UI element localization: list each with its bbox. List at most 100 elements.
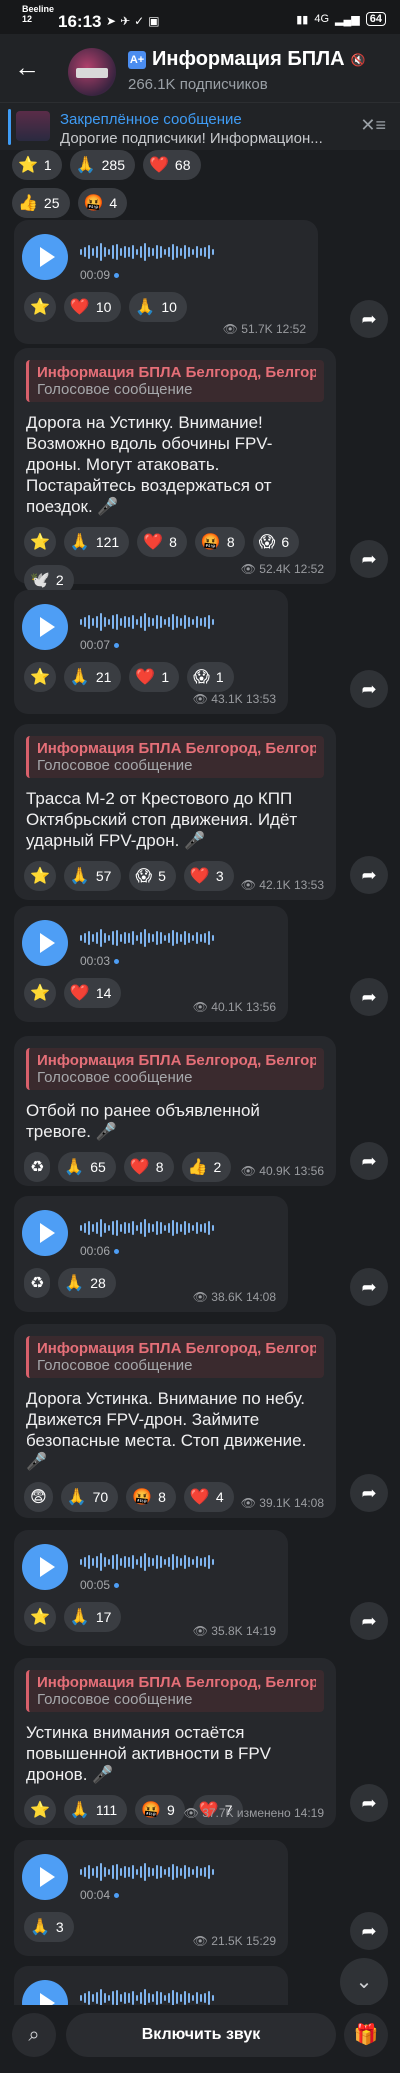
wave-bar: [188, 1867, 190, 1877]
wave-bar: [124, 1866, 126, 1878]
play-button[interactable]: [22, 1544, 68, 1590]
share-button[interactable]: ➦: [350, 1784, 388, 1822]
reaction-chip[interactable]: 🤬 8: [194, 527, 245, 557]
translate-icon: A+: [128, 50, 146, 69]
share-button[interactable]: ➦: [350, 978, 388, 1016]
reaction-chip[interactable]: 😱 6: [252, 527, 300, 557]
share-button[interactable]: ➦: [350, 300, 388, 338]
reaction-chip[interactable]: 🤬 4: [77, 188, 128, 218]
share-button[interactable]: ➦: [350, 1912, 388, 1950]
reaction-count: 111: [95, 1802, 118, 1818]
reaction-chip[interactable]: 😱 5: [129, 861, 176, 891]
wave-bar: [148, 247, 150, 257]
play-button[interactable]: [22, 1210, 68, 1256]
share-button[interactable]: ➦: [350, 1268, 388, 1306]
wave-bar: [212, 619, 214, 625]
reaction-chip[interactable]: ❤️ 3: [183, 861, 234, 891]
wave-bar: [196, 616, 198, 628]
waveform[interactable]: [80, 1862, 214, 1882]
reaction-chip[interactable]: 🤬 9: [135, 1795, 185, 1825]
reaction-chip[interactable]: 🙏 111: [63, 1795, 128, 1825]
text-message: Информация БПЛА Белгород, Белгоро... Голо…: [14, 1324, 336, 1518]
reaction-chip[interactable]: ⭐: [24, 861, 56, 891]
share-button[interactable]: ➦: [350, 540, 388, 578]
reaction-chip[interactable]: ❤️ 8: [123, 1152, 174, 1182]
search-button[interactable]: ⌕: [12, 2013, 56, 2057]
back-arrow-icon[interactable]: ←: [14, 52, 40, 83]
reaction-chip[interactable]: 🤬 8: [126, 1482, 176, 1512]
message-text: Дорога Устинка. Внимание по небу. Движет…: [26, 1389, 307, 1471]
forwarded-quote[interactable]: Информация БПЛА Белгород, Белгоро... Голо…: [26, 1336, 324, 1378]
waveform[interactable]: [80, 928, 214, 948]
forwarded-quote[interactable]: Информация БПЛА Белгород, Белгоро... Голо…: [26, 1048, 324, 1090]
play-button[interactable]: [22, 1854, 68, 1900]
unpin-list-icon[interactable]: ✕≡: [360, 115, 386, 136]
waveform[interactable]: [80, 242, 214, 262]
wave-bar: [128, 1867, 130, 1877]
reaction-chip[interactable]: ❤️ 10: [63, 292, 122, 322]
play-button[interactable]: [22, 234, 68, 280]
wave-bar: [108, 1995, 110, 2001]
reaction-chip[interactable]: 🙏 57: [63, 861, 122, 891]
reaction-chip[interactable]: 🙏 70: [60, 1482, 119, 1512]
reaction-chip[interactable]: ❤️ 1: [129, 662, 180, 692]
reaction-chip[interactable]: 😱 1: [187, 662, 234, 692]
reaction-chip[interactable]: 🙏 3: [24, 1912, 74, 1942]
scroll-down-button[interactable]: ⌄: [340, 1958, 388, 2006]
forwarded-quote[interactable]: Информация БПЛА Белгород, Белгоро... Голо…: [26, 360, 324, 402]
gift-button[interactable]: 🎁: [344, 2013, 388, 2057]
reaction-chip[interactable]: ❤️ 8: [137, 527, 187, 557]
reaction-chip[interactable]: ⭐: [24, 292, 56, 322]
wave-bar: [200, 618, 202, 626]
forwarded-quote[interactable]: Информация БПЛА Белгород, Белгоро... Голо…: [26, 1670, 324, 1712]
forwarded-quote[interactable]: Информация БПЛА Белгород, Белгоро... Голо…: [26, 736, 324, 778]
channel-title-row[interactable]: A+ Информация БПЛА 🔇: [128, 48, 366, 71]
reaction-count: 2: [55, 572, 64, 588]
waveform[interactable]: [80, 1218, 214, 1238]
voice-duration: 00:06: [80, 1244, 119, 1258]
unmute-button[interactable]: Включить звук: [66, 2013, 336, 2057]
reaction-chip[interactable]: 👍 25: [12, 188, 70, 218]
eye-icon: 👁: [192, 692, 212, 706]
reaction-chip[interactable]: 🙏 65: [58, 1152, 116, 1182]
reaction-chip[interactable]: ⭐: [24, 978, 56, 1008]
voice-player: 00:03: [14, 906, 288, 968]
voice-duration: 00:07: [80, 638, 119, 652]
waveform[interactable]: [80, 1552, 214, 1572]
reaction-chip[interactable]: ❤️ 4: [183, 1482, 234, 1512]
reaction-chip[interactable]: ❤️ 68: [143, 150, 201, 180]
eye-icon: 👁: [192, 1290, 212, 1304]
share-button[interactable]: ➦: [350, 1602, 388, 1640]
reaction-chip[interactable]: ⭐: [24, 527, 56, 557]
wave-bar: [84, 1867, 86, 1877]
reaction-chip[interactable]: ⭐: [24, 662, 56, 692]
share-button[interactable]: ➦: [350, 670, 388, 708]
wave-bar: [140, 1992, 142, 2004]
channel-avatar[interactable]: [68, 48, 116, 96]
pray-icon: 🙏: [69, 868, 90, 885]
message-meta: 👁 40.1K 13:56: [193, 1000, 276, 1014]
reaction-chip[interactable]: 🙏 17: [63, 1602, 122, 1632]
reaction-chip[interactable]: 😨: [24, 1482, 53, 1512]
reaction-chip[interactable]: 🙏 121: [63, 527, 130, 557]
play-button[interactable]: [22, 604, 68, 650]
reaction-chip[interactable]: 🙏 21: [63, 662, 122, 692]
waveform[interactable]: [80, 612, 214, 632]
reaction-chip[interactable]: ♻: [24, 1152, 51, 1182]
reaction-chip[interactable]: 👍 2: [181, 1152, 232, 1182]
reaction-chip[interactable]: ⭐: [24, 1602, 56, 1632]
reaction-chip[interactable]: ♻: [24, 1268, 51, 1298]
play-button[interactable]: [22, 920, 68, 966]
reaction-count: 1: [43, 157, 52, 173]
pinned-message-bar[interactable]: Закреплённое сообщение Дорогие подписчик…: [0, 102, 400, 150]
share-button[interactable]: ➦: [350, 1142, 388, 1180]
wave-bar: [196, 1556, 198, 1568]
reaction-chip[interactable]: 🙏 28: [58, 1268, 116, 1298]
share-button[interactable]: ➦: [350, 856, 388, 894]
reaction-chip[interactable]: ❤️ 14: [63, 978, 122, 1008]
share-button[interactable]: ➦: [350, 1474, 388, 1512]
reaction-chip[interactable]: 🙏 10: [129, 292, 187, 322]
reaction-chip[interactable]: 🙏 285: [69, 150, 135, 180]
reaction-chip[interactable]: ⭐: [24, 1795, 56, 1825]
reaction-chip[interactable]: ⭐ 1: [12, 150, 62, 180]
